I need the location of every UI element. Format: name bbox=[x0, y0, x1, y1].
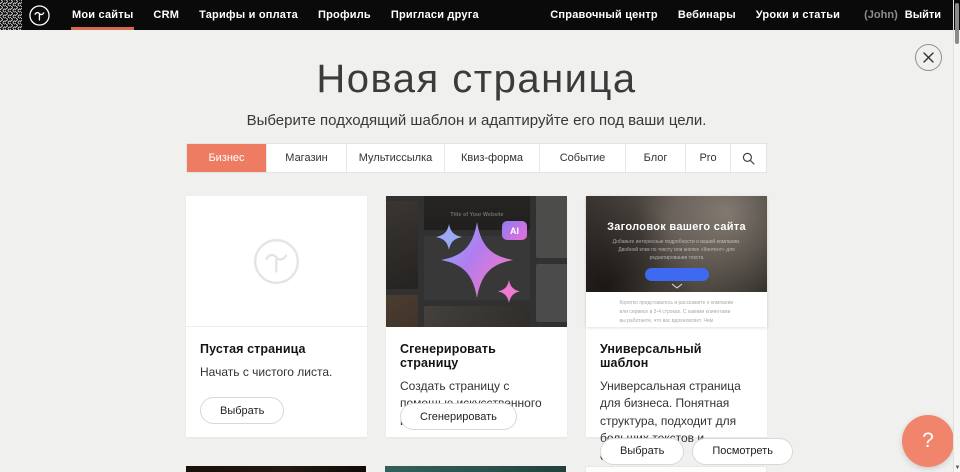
header-texture-pattern bbox=[0, 0, 22, 30]
user-name: (John) bbox=[850, 9, 901, 21]
secondary-nav: Справочный центр Вебинары Уроки и статьи… bbox=[540, 0, 953, 30]
universal-template-thumbnail[interactable]: Заголовок вашего сайта Добавьте интересн… bbox=[586, 196, 767, 327]
help-button[interactable]: ? bbox=[902, 415, 954, 467]
preview-paragraph: Коротко представьтесь и расскажите о ком… bbox=[620, 299, 734, 327]
screen: Мои сайты CRM Тарифы и оплата Профиль Пр… bbox=[0, 0, 960, 472]
template-card-universal: Заголовок вашего сайта Добавьте интересн… bbox=[586, 196, 767, 437]
nav-item-profile[interactable]: Профиль bbox=[308, 0, 381, 30]
tab-shop[interactable]: Магазин bbox=[267, 144, 347, 172]
new-page-modal: Новая страница Выберите подходящий шабло… bbox=[0, 30, 953, 472]
card-buttons: Сгенерировать bbox=[400, 403, 517, 430]
template-category-tabs: Бизнес Магазин Мультиссылка Квиз-форма С… bbox=[186, 143, 767, 173]
scrollbar-thumb[interactable] bbox=[955, 3, 959, 44]
choose-button[interactable]: Выбрать bbox=[200, 397, 284, 424]
template-card-ai-generate: Title of Your Website bbox=[386, 196, 567, 437]
tilda-logo-icon[interactable] bbox=[29, 5, 50, 26]
tab-multilink[interactable]: Мультиссылка bbox=[347, 144, 445, 172]
hero-cta-button bbox=[645, 268, 709, 281]
page-title: Новая страница bbox=[0, 55, 953, 103]
logout-link[interactable]: Выйти bbox=[901, 9, 945, 21]
search-icon bbox=[742, 152, 755, 165]
tab-business[interactable]: Бизнес bbox=[187, 144, 267, 172]
chevron-down-icon bbox=[671, 283, 683, 289]
preview-button[interactable]: Посмотреть bbox=[692, 438, 793, 465]
card-body: Сгенерировать страницу Создать страницу … bbox=[386, 327, 567, 443]
hero-title: Заголовок вашего сайта bbox=[586, 196, 767, 233]
card-buttons: Выбрать bbox=[200, 397, 284, 424]
nav-item-lessons[interactable]: Уроки и статьи bbox=[746, 9, 850, 21]
nav-item-pricing[interactable]: Тарифы и оплата bbox=[189, 0, 308, 30]
close-button[interactable] bbox=[915, 44, 942, 71]
tilda-watermark-icon bbox=[253, 238, 300, 285]
template-card-partial-2[interactable] bbox=[385, 466, 565, 472]
card-title: Пустая страница bbox=[200, 342, 353, 356]
template-hero-preview: Заголовок вашего сайта Добавьте интересн… bbox=[586, 196, 767, 292]
template-card-blank-page: Пустая страница Начать с чистого листа. … bbox=[186, 196, 367, 437]
scrollbar-down-arrow[interactable]: ▼ bbox=[954, 465, 960, 471]
tab-quiz-form[interactable]: Квиз-форма bbox=[445, 144, 540, 172]
nav-item-invite-friend[interactable]: Пригласи друга bbox=[381, 0, 489, 30]
page-scrollbar[interactable]: ▼ bbox=[953, 0, 960, 472]
nav-item-webinars[interactable]: Вебинары bbox=[668, 9, 746, 21]
nav-item-crm[interactable]: CRM bbox=[143, 0, 189, 30]
generate-button[interactable]: Сгенерировать bbox=[400, 403, 517, 430]
card-body: Пустая страница Начать с чистого листа. … bbox=[186, 327, 367, 437]
ai-generate-thumbnail[interactable]: Title of Your Website bbox=[386, 196, 567, 327]
hero-subtitle: Добавьте интересные подробности о вашей … bbox=[602, 238, 750, 262]
close-icon bbox=[923, 52, 934, 63]
nav-item-my-sites[interactable]: Мои сайты bbox=[62, 0, 143, 30]
tab-event[interactable]: Событие bbox=[540, 144, 626, 172]
tab-blog[interactable]: Блог bbox=[626, 144, 686, 172]
template-text-preview: Коротко представьтесь и расскажите о ком… bbox=[586, 292, 767, 327]
card-title: Универсальный шаблон bbox=[600, 342, 753, 370]
tab-pro[interactable]: Pro bbox=[686, 144, 731, 172]
main-nav: Мои сайты CRM Тарифы и оплата Профиль Пр… bbox=[62, 0, 489, 30]
template-card-partial-1[interactable] bbox=[186, 466, 366, 472]
search-tab[interactable] bbox=[731, 144, 766, 172]
page-subtitle: Выберите подходящий шаблон и адаптируйте… bbox=[0, 112, 953, 130]
blank-page-thumbnail[interactable] bbox=[186, 196, 367, 327]
card-body: Универсальный шаблон Универсальная стран… bbox=[586, 327, 767, 472]
choose-button[interactable]: Выбрать bbox=[600, 438, 684, 465]
template-cards-row: Пустая страница Начать с чистого листа. … bbox=[186, 196, 767, 437]
card-description: Начать с чистого листа. bbox=[200, 364, 353, 381]
ai-badge: AI bbox=[502, 221, 527, 240]
card-buttons: Выбрать Посмотреть bbox=[600, 438, 793, 465]
card-title: Сгенерировать страницу bbox=[400, 342, 553, 370]
nav-item-help-center[interactable]: Справочный центр bbox=[540, 9, 668, 21]
top-nav-bar: Мои сайты CRM Тарифы и оплата Профиль Пр… bbox=[0, 0, 953, 30]
